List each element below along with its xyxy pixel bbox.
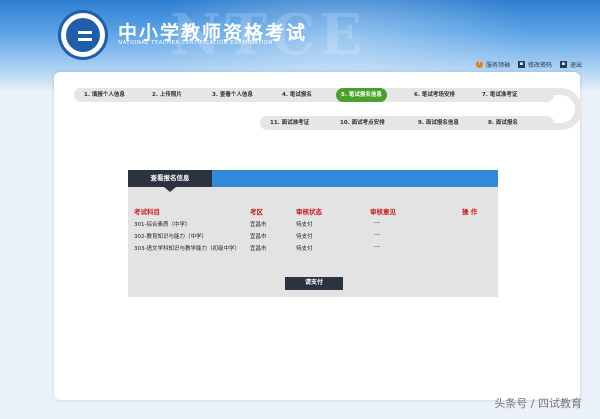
step-written-admission[interactable]: 7. 笔试准考证 — [482, 88, 517, 102]
pay-button[interactable]: 请支付 — [285, 277, 343, 290]
main-panel: 1. 填报个人信息 2. 上传照片 3. 查看个人信息 4. 笔试报名 5. 笔… — [54, 72, 582, 400]
step-interview-register-info[interactable]: 9. 面试报名信息 — [418, 116, 459, 130]
steps-track-top: 1. 填报个人信息 2. 上传照片 3. 查看个人信息 4. 笔试报名 5. 笔… — [74, 88, 554, 102]
service-link[interactable]: ? 服务领袖 — [475, 60, 510, 69]
table-row-status: 待支付 — [296, 222, 313, 228]
step-written-register[interactable]: 4. 笔试报名 — [282, 88, 312, 102]
source-watermark: 头条号 / 四试教育 — [494, 397, 582, 410]
site-subtitle: NATIONAL TEACHER CERTIFICATION EXAMINATI… — [118, 40, 273, 46]
table-row-subject: 302-教育知识与能力（中学） — [134, 234, 207, 240]
step-fill-info[interactable]: 1. 填报个人信息 — [84, 88, 125, 102]
step-written-register-info[interactable]: 5. 笔试报名信息 — [336, 88, 387, 102]
step-interview-location[interactable]: 10. 面试考点安排 — [340, 116, 385, 130]
registration-info-box: 查看报名信息 考试科目 考区 审核状态 审核意见 操 作 301-综合素质（中学… — [128, 170, 498, 297]
step-upload-photo[interactable]: 2. 上传照片 — [152, 88, 182, 102]
table-row-status: 待支付 — [296, 246, 313, 252]
book-icon — [78, 31, 92, 41]
col-subject: 考试科目 — [134, 208, 160, 216]
info-tab-title: 查看报名信息 — [128, 170, 212, 192]
top-links: ? 服务领袖 ▪ 修改密码 ▪ 退出 — [475, 60, 582, 69]
steps-track-bottom: 11. 面试准考证 10. 面试考点安排 9. 面试报名信息 8. 面试报名 — [260, 116, 554, 130]
step-written-room[interactable]: 6. 笔试考场安排 — [414, 88, 455, 102]
change-password-label: 修改密码 — [527, 62, 552, 69]
service-link-label: 服务领袖 — [485, 62, 510, 69]
table-row-subject: 301-综合素质（中学） — [134, 222, 191, 228]
exit-icon: ▪ — [559, 61, 567, 68]
table-row-area: 宜昌市 — [250, 234, 267, 240]
logout-label: 退出 — [569, 62, 582, 69]
table-row-area: 宜昌市 — [250, 222, 267, 228]
col-status: 审核状态 — [296, 208, 322, 216]
step-interview-register[interactable]: 8. 面试报名 — [488, 116, 518, 130]
table-row-subject: 303-语文学科知识与教学能力（初级中学） — [134, 246, 240, 252]
table-row-opinion: --- — [374, 232, 380, 238]
logout-link[interactable]: ▪ 退出 — [559, 60, 582, 69]
key-icon: ▪ — [517, 61, 525, 68]
change-password-link[interactable]: ▪ 修改密码 — [517, 60, 552, 69]
table-row-area: 宜昌市 — [250, 246, 267, 252]
table-row-status: 待支付 — [296, 234, 313, 240]
col-action: 操 作 — [462, 208, 478, 216]
col-area: 考区 — [250, 208, 263, 216]
col-opinion: 审核意见 — [370, 208, 396, 216]
step-view-info[interactable]: 3. 查看个人信息 — [212, 88, 253, 102]
step-interview-admission[interactable]: 11. 面试准考证 — [270, 116, 309, 130]
service-icon: ? — [475, 61, 483, 68]
table-row-opinion: --- — [374, 244, 380, 250]
site-logo — [58, 10, 108, 60]
table-row-opinion: --- — [374, 220, 380, 226]
